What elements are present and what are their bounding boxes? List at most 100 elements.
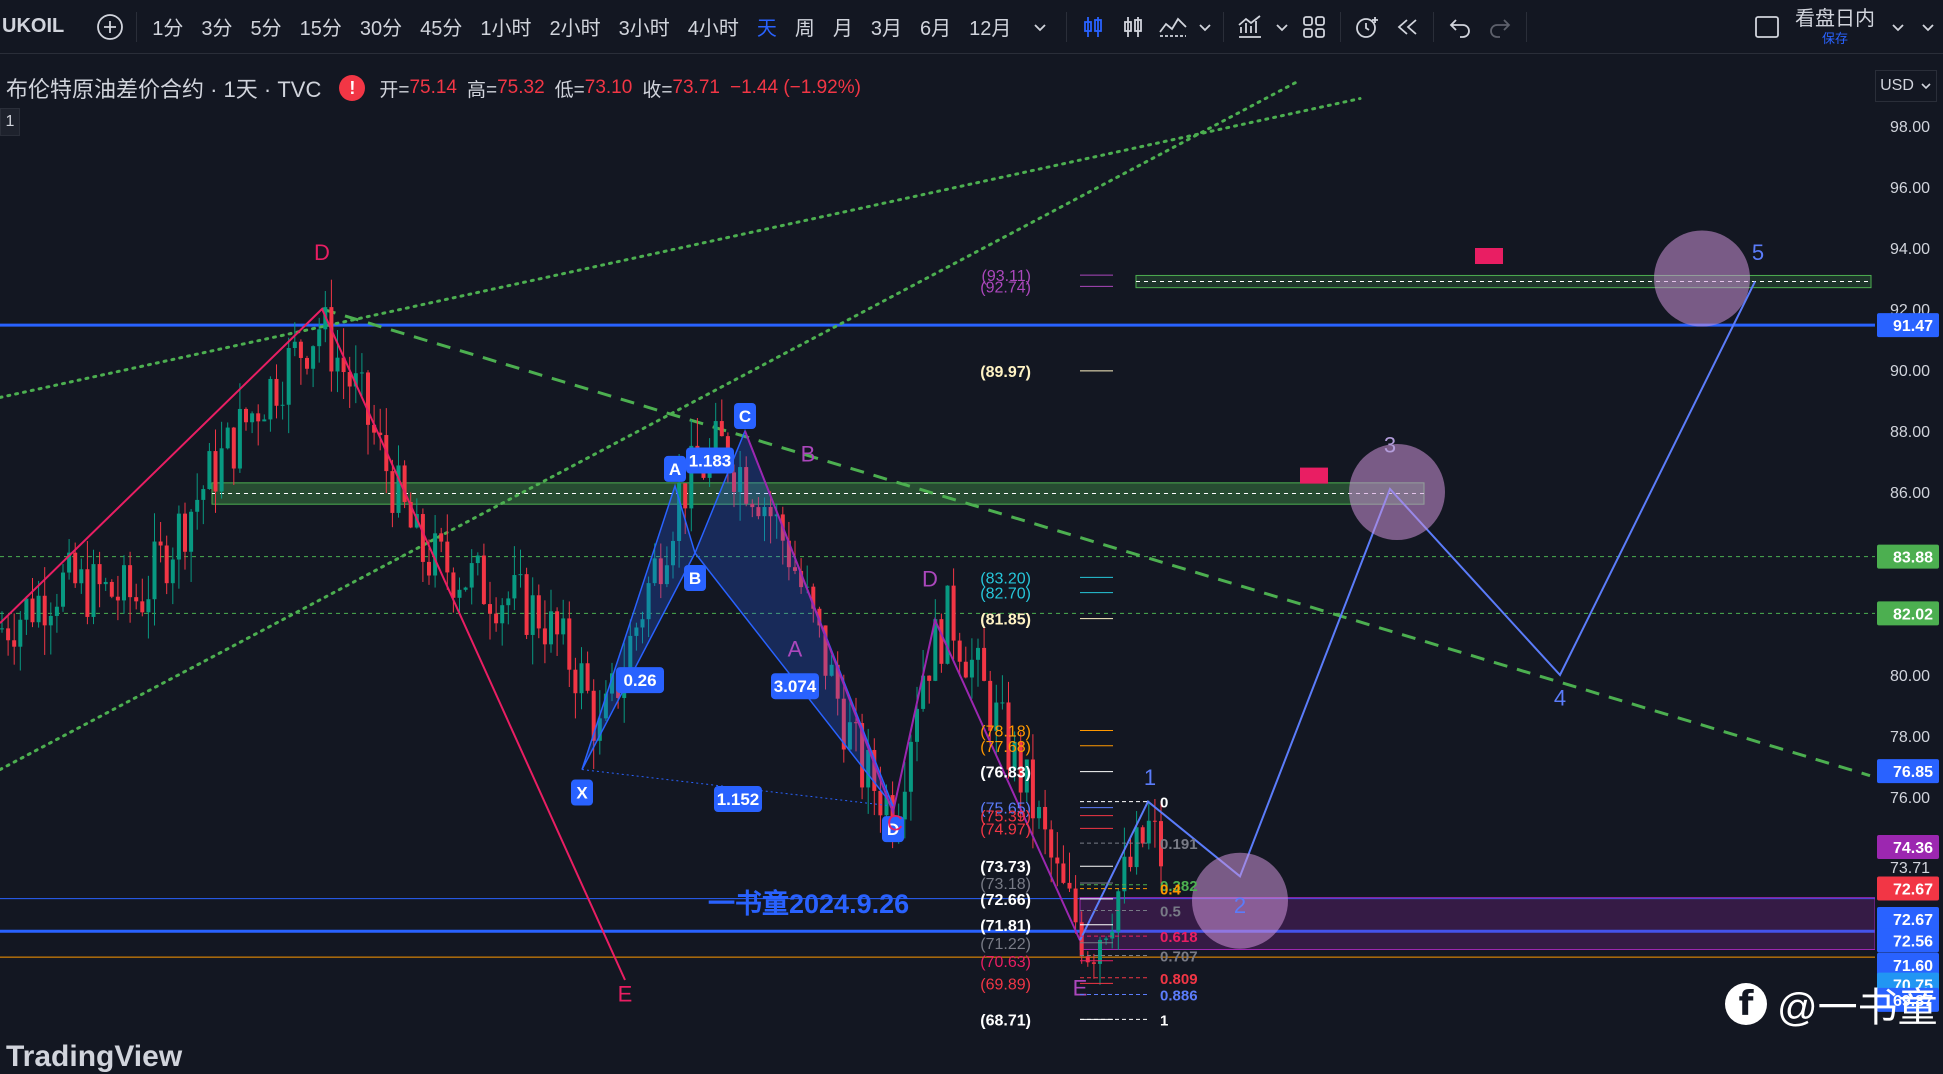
candle-body [109,581,114,597]
candle-body [170,559,175,584]
currency-selector[interactable]: USD [1875,70,1937,102]
candle-body [1037,806,1041,819]
candle-body [1110,931,1115,939]
candle-body [1128,856,1133,868]
zigzag-pink [0,307,626,981]
candle-body [982,647,987,681]
candle-body [42,595,47,626]
candle-body [1140,827,1145,844]
symbol-title[interactable]: 布伦特原油差价合约 · 1天 · TVC [6,72,321,104]
pane-number[interactable]: 1 [0,108,20,136]
candle-body [201,489,206,500]
fib-level-label: (81.85) [980,612,1031,629]
candle-body [1000,702,1005,704]
dashed-downtrend [321,307,1871,778]
candle-body [481,555,486,605]
candle-body [536,595,541,629]
facebook-icon: f [1725,983,1767,1025]
ratio-label: 1.152 [717,790,760,809]
fib-ratio-label: 0.4 [1160,882,1182,899]
candle-body [359,372,364,374]
watermark-text: @一书童 [1777,986,1938,1030]
wave-label-5: 5 [1752,240,1764,265]
candle-body [524,574,529,635]
candle-body [500,605,505,624]
candle-body [518,574,523,576]
candle-body [1116,891,1121,932]
candle-body [30,598,35,623]
candle-body [908,741,913,792]
close-label: 收= [642,79,673,101]
candle-body [902,791,907,820]
candle-body [494,613,499,624]
candle-body [158,541,163,546]
candle-body [79,569,84,584]
fib-level-label: (69.89) [980,976,1031,993]
flag-icon [1475,248,1503,264]
candle-body [951,585,956,641]
candle-body [292,341,297,348]
candle-body [1043,806,1048,830]
candle-body [274,378,279,406]
candle-body [262,419,267,422]
fib-ratio-label: 0.707 [1160,949,1198,966]
candle-body [36,595,41,623]
author-watermark: f @一书童 [1725,975,1938,1033]
currency-label: USD [1880,77,1914,94]
candle-body [1085,956,1090,963]
candle-body [48,615,53,626]
candle-body [1067,882,1072,889]
candle-body [878,790,883,816]
wave-label-4: 4 [1554,686,1566,711]
axis-tick-label: 88.00 [1890,424,1930,441]
candle-body [61,572,65,607]
candle-body [445,541,450,573]
candle-body [146,599,151,613]
candle-body [567,618,572,670]
fib-level-label: (92.74) [980,279,1031,296]
harmonic-point-A: A [669,460,681,479]
candle-body [976,647,980,660]
change-value: −1.44 (−1.92%) [729,77,861,98]
candle-body [91,564,96,617]
harmonic-point-X: X [576,784,588,803]
candle-body [305,357,309,369]
axis-tick-label: 98.00 [1890,119,1930,136]
harmonic-point-C: C [739,407,751,426]
candle-body [85,569,90,617]
fib-level-label: (77.68) [980,739,1031,756]
axis-tick-label: 90.00 [1890,363,1930,380]
fib-level-label: (82.70) [980,586,1031,603]
candle-body [231,427,236,469]
price-tag-label: 82.02 [1893,606,1933,623]
high-label: 高= [467,79,498,101]
fib-ratio-label: 0 [1160,795,1168,812]
candle-body [280,404,285,406]
candle-body [969,659,974,678]
candle-body [1146,820,1151,844]
candle-body [439,533,444,542]
candle-body [335,357,340,372]
candle-body [189,511,194,552]
warning-icon[interactable]: ! [339,75,366,101]
candle-body [713,421,718,450]
candle-body [579,663,584,694]
wave-label-2: 2 [1234,893,1246,918]
candle-body [1061,863,1066,883]
candle-body [18,619,23,647]
candle-body [1122,856,1127,892]
candle-body [219,448,224,492]
open-value: 75.14 [409,77,457,98]
candle-body [1073,888,1078,923]
candle-body [963,661,968,678]
price-axis[interactable]: 98.0096.0094.0092.0090.0088.0086.0084.00… [1875,54,1943,1062]
zigzag-label-E: E [1073,975,1088,1000]
zigzag-label-D: D [314,240,330,265]
price-chart[interactable]: XABCD0.261.1833.0741.152DEABCDE12345(93.… [0,0,1943,1062]
candle-body [237,408,242,469]
candle-body [176,513,181,560]
fib-level-label: (68.71) [980,1012,1031,1029]
candle-body [213,451,218,492]
candle-body [1049,829,1054,858]
fib-level-label: (71.81) [980,918,1031,935]
